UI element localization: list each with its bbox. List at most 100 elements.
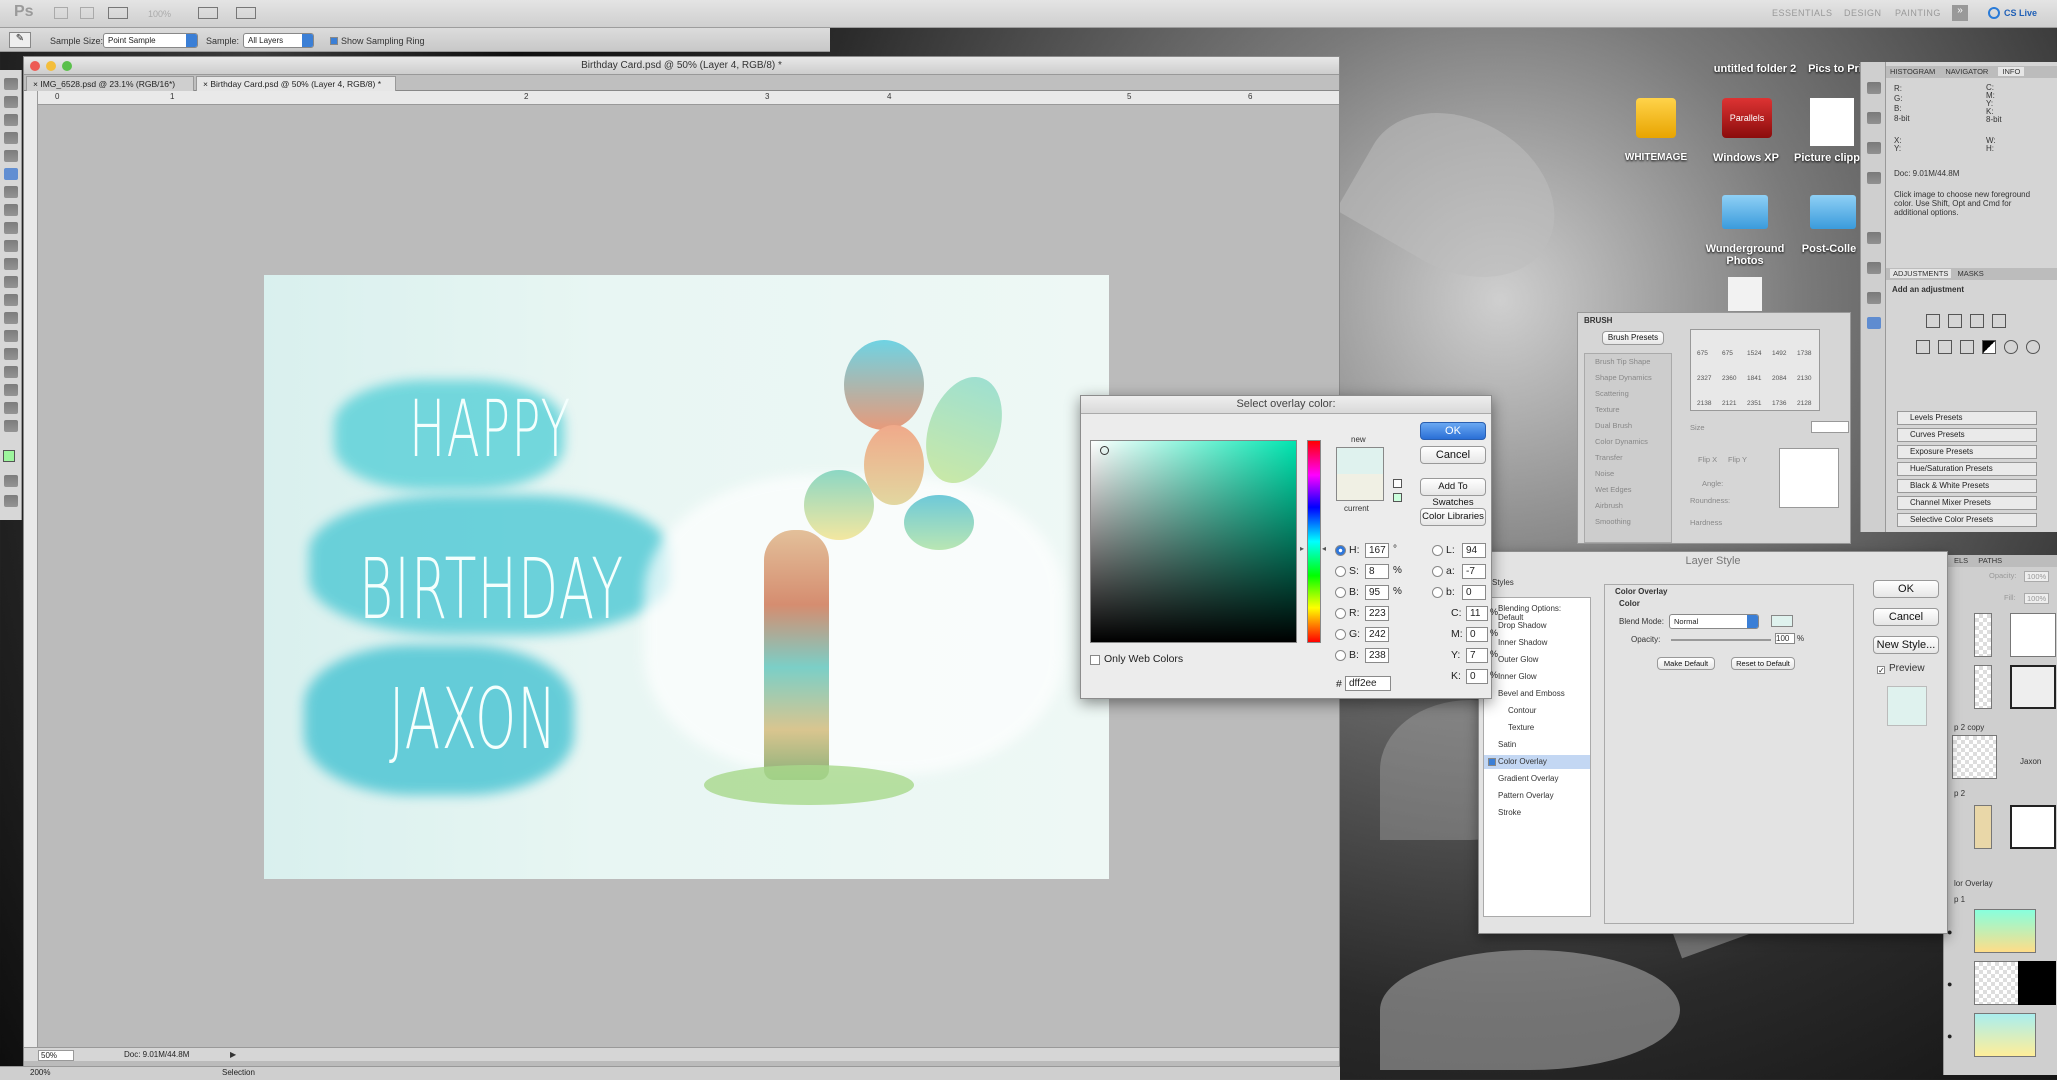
pen-tool-icon[interactable] xyxy=(4,330,18,342)
layer-opacity-value[interactable]: 100% xyxy=(2024,571,2050,582)
curves-presets[interactable]: Curves Presets xyxy=(1897,428,2037,442)
brush-option[interactable]: Brush Tip Shape xyxy=(1585,354,1671,370)
folder-icon[interactable] xyxy=(1722,195,1768,229)
style-item-texture[interactable]: Texture xyxy=(1508,723,1534,732)
hand-tool-icon[interactable] xyxy=(4,402,18,414)
style-item-blending[interactable]: Blending Options: Default xyxy=(1498,604,1588,622)
style-item-pattern-overlay[interactable]: Pattern Overlay xyxy=(1498,791,1554,800)
zoom-level-menu[interactable]: 100% xyxy=(148,9,171,19)
layer-thumbnail[interactable] xyxy=(1974,1013,2036,1057)
brush-option[interactable]: Texture xyxy=(1585,402,1671,418)
view-extras-icon[interactable] xyxy=(108,7,128,19)
web-safe-cube-icon[interactable] xyxy=(1393,493,1402,502)
color-balance-icon[interactable] xyxy=(1960,340,1974,354)
close-button[interactable] xyxy=(30,61,40,71)
style-item-outer-glow[interactable]: Outer Glow xyxy=(1498,655,1538,664)
minimize-button[interactable] xyxy=(46,61,56,71)
style-item-gradient-overlay[interactable]: Gradient Overlay xyxy=(1498,774,1558,783)
crop-tool-icon[interactable] xyxy=(4,150,18,162)
brush-size-field[interactable] xyxy=(1811,421,1849,433)
brush-panel-icon[interactable] xyxy=(1867,317,1881,329)
r-field[interactable]: 223 xyxy=(1365,606,1389,621)
preview-checkbox[interactable]: ✓ xyxy=(1877,666,1885,675)
folder-icon[interactable] xyxy=(1810,195,1856,229)
zoom-tool-icon[interactable] xyxy=(4,420,18,432)
show-sampling-ring-checkbox[interactable] xyxy=(330,37,338,45)
style-item-drop-shadow[interactable]: Drop Shadow xyxy=(1498,621,1546,630)
path-select-tool-icon[interactable] xyxy=(4,366,18,378)
a-radio[interactable] xyxy=(1432,566,1443,577)
opacity-slider[interactable] xyxy=(1671,639,1771,641)
brush-option[interactable]: Airbrush xyxy=(1585,498,1671,514)
workspace-painting[interactable]: PAINTING xyxy=(1895,8,1941,18)
history-brush-tool-icon[interactable] xyxy=(4,240,18,252)
move-tool-icon[interactable] xyxy=(4,78,18,90)
tab-histogram[interactable]: HISTOGRAM xyxy=(1890,67,1935,76)
swatches-panel-icon[interactable] xyxy=(1867,232,1881,244)
sample-select[interactable]: All Layers xyxy=(243,33,314,48)
actions-panel-icon[interactable] xyxy=(1867,112,1881,124)
style-item-contour[interactable]: Contour xyxy=(1508,706,1536,715)
blend-mode-select[interactable]: Normal xyxy=(1669,614,1759,629)
style-item-styles[interactable]: Styles xyxy=(1492,578,1514,587)
brush-option[interactable]: Dual Brush xyxy=(1585,418,1671,434)
layer-fill-value[interactable]: 100% xyxy=(2024,593,2050,604)
hex-field[interactable]: dff2ee xyxy=(1345,676,1391,691)
channel-mixer-icon[interactable] xyxy=(2026,340,2040,354)
style-item-satin[interactable]: Satin xyxy=(1498,740,1516,749)
reset-default-button[interactable]: Reset to Default xyxy=(1731,657,1795,670)
current-color-swatch[interactable] xyxy=(1336,474,1384,501)
minibridge-icon[interactable] xyxy=(80,7,94,19)
desktop-icon-untitled-folder[interactable]: untitled folder 2 xyxy=(1700,63,1810,75)
k-field[interactable]: 0 xyxy=(1466,669,1488,684)
out-of-gamut-icon[interactable] xyxy=(1393,479,1402,488)
tab-img-6528[interactable]: × IMG_6528.psd @ 23.1% (RGB/16*) xyxy=(26,76,194,91)
m-field[interactable]: 0 xyxy=(1466,627,1488,642)
visibility-eye-icon[interactable]: ● xyxy=(1947,979,1952,989)
style-item-color-overlay[interactable]: Color Overlay xyxy=(1498,757,1547,766)
history-panel-icon[interactable] xyxy=(1867,82,1881,94)
tab-paths[interactable]: PATHS xyxy=(1978,556,2002,565)
eyedropper-tool-icon[interactable] xyxy=(4,168,18,180)
hue-saturation-presets[interactable]: Hue/Saturation Presets xyxy=(1897,462,2037,476)
layer-name-jaxon[interactable]: Jaxon xyxy=(2020,757,2041,766)
hue-slider[interactable] xyxy=(1307,440,1321,643)
layer-name[interactable]: p 1 xyxy=(1954,895,1965,904)
photo-filter-icon[interactable] xyxy=(2004,340,2018,354)
bridge-icon[interactable] xyxy=(54,7,68,19)
screen-mode-icon[interactable] xyxy=(236,7,256,19)
tab-navigator[interactable]: NAVIGATOR xyxy=(1945,67,1988,76)
desktop-icon-post-collection[interactable]: Post-Colle xyxy=(1796,243,1862,255)
quick-mask-icon[interactable] xyxy=(4,475,18,487)
curves-icon[interactable] xyxy=(1970,314,1984,328)
sample-size-select[interactable]: Point Sample xyxy=(103,33,198,48)
style-item-inner-glow[interactable]: Inner Glow xyxy=(1498,672,1537,681)
zoom-button[interactable] xyxy=(62,61,72,71)
desktop-icon-wunderground[interactable]: Wunderground Photos xyxy=(1700,243,1790,267)
picture-clipping-icon[interactable] xyxy=(1810,98,1854,146)
layer-thumbnail[interactable] xyxy=(1974,805,1992,849)
make-default-button[interactable]: Make Default xyxy=(1657,657,1715,670)
h-field[interactable]: 167 xyxy=(1365,543,1389,558)
r-radio[interactable] xyxy=(1335,608,1346,619)
style-item-bevel[interactable]: Bevel and Emboss xyxy=(1498,689,1565,698)
cs-live-menu[interactable]: CS Live xyxy=(2004,8,2037,18)
b-field[interactable]: 95 xyxy=(1365,585,1389,600)
h-radio[interactable] xyxy=(1335,545,1346,556)
brush-option[interactable]: Smoothing xyxy=(1585,514,1671,530)
color-field[interactable] xyxy=(1090,440,1297,643)
hue-slider-right-arrow-icon[interactable]: ◂ xyxy=(1322,544,1326,553)
layer-mask-thumbnail[interactable] xyxy=(2010,613,2056,657)
dodge-tool-icon[interactable] xyxy=(4,312,18,324)
eyedropper-tool-icon[interactable]: ✎ xyxy=(9,32,31,48)
desktop-icon-windows-xp[interactable]: Windows XP xyxy=(1706,152,1786,164)
shape-tool-icon[interactable] xyxy=(4,384,18,396)
brush-option[interactable]: Noise xyxy=(1585,466,1671,482)
tab-birthday-card[interactable]: × Birthday Card.psd @ 50% (Layer 4, RGB/… xyxy=(196,76,396,91)
exposure-presets[interactable]: Exposure Presets xyxy=(1897,445,2037,459)
brush-option[interactable]: Shape Dynamics xyxy=(1585,370,1671,386)
screen-mode-icon[interactable] xyxy=(4,495,18,507)
hue-slider-left-arrow-icon[interactable]: ▸ xyxy=(1300,544,1304,553)
layer-mask-thumbnail[interactable] xyxy=(2010,665,2056,709)
blue-radio[interactable] xyxy=(1335,650,1346,661)
